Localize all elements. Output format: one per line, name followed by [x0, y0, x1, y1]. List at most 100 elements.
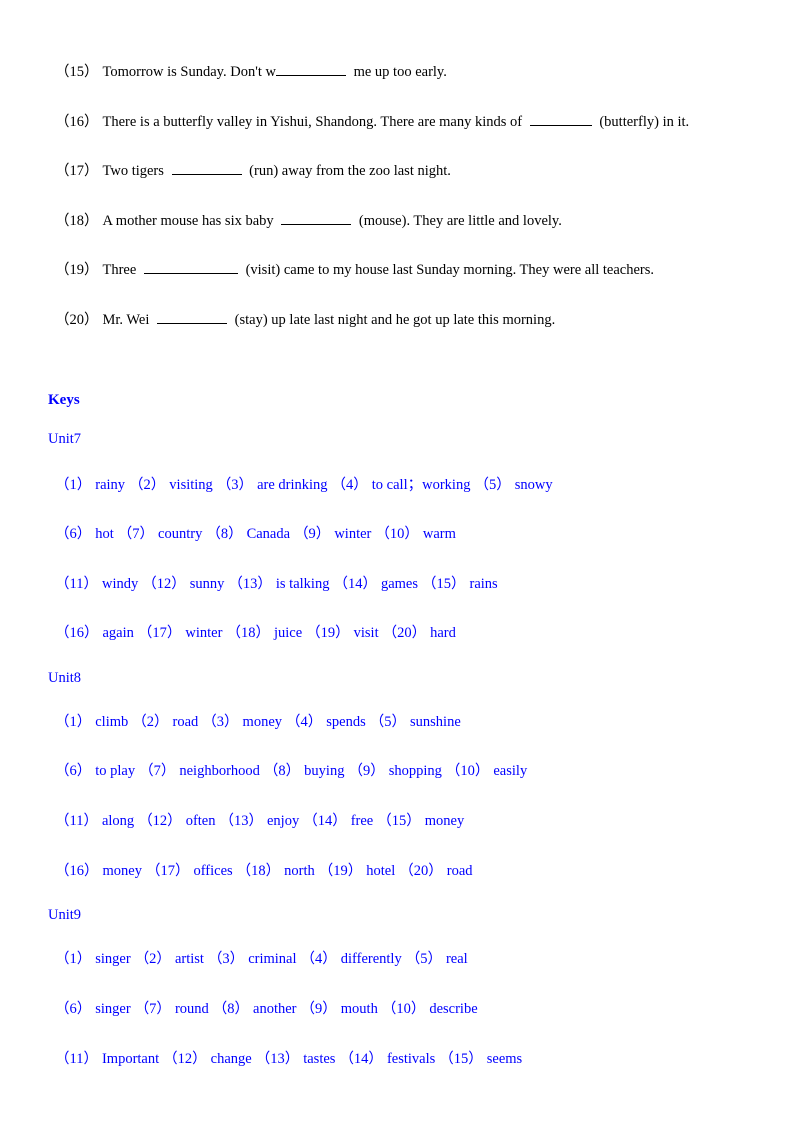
question-number: （16）: [55, 114, 99, 130]
key-answer: again: [102, 625, 134, 641]
key-answer: often: [185, 813, 216, 829]
key-number: （14）: [333, 576, 377, 592]
key-number: （14）: [339, 1051, 383, 1067]
key-number: （13）: [255, 1051, 300, 1067]
key-number: （10）: [381, 1001, 426, 1017]
key-answer: neighborhood: [179, 763, 260, 779]
key-answer: money: [242, 714, 283, 730]
key-number: （1）: [55, 714, 92, 730]
question-number: （15）: [55, 64, 99, 80]
answer-blank[interactable]: [529, 111, 592, 126]
key-answer: round: [174, 1001, 209, 1017]
key-answer: free: [350, 813, 374, 829]
key-number: （2）: [132, 714, 169, 730]
key-answer: are drinking: [257, 477, 328, 493]
key-answer: to play: [95, 763, 136, 779]
key-answer: Canada: [246, 526, 291, 542]
key-number: （11）: [55, 576, 98, 592]
key-answer: rainy: [95, 477, 126, 493]
key-answer: spends: [326, 714, 366, 730]
key-answer: snowy: [514, 477, 553, 493]
key-number: （1）: [55, 477, 92, 493]
answer-blank[interactable]: [143, 259, 238, 274]
question-number: （20）: [55, 312, 99, 328]
key-number: （11）: [55, 813, 98, 829]
key-answer: money: [424, 813, 465, 829]
key-answer: sunny: [189, 576, 225, 592]
key-number: （9）: [348, 763, 385, 779]
question-item: （16） There is a butterfly valley in Yishu…: [55, 111, 689, 131]
unit-heading: Unit7: [48, 431, 82, 447]
key-number: （9）: [294, 526, 331, 542]
question-item: （18） A mother mouse has six baby (mouse).…: [55, 210, 562, 230]
question-text-end: away from the zoo last night.: [278, 163, 451, 179]
word-hint: (butterfly): [595, 114, 659, 130]
question-text: Tomorrow is Sunday. Don't w: [102, 64, 276, 80]
key-number: （6）: [55, 1001, 92, 1017]
question-item: （19） Three (visit) came to my house last …: [55, 259, 654, 279]
key-number: （7）: [139, 763, 176, 779]
key-number: （3）: [202, 714, 239, 730]
key-answer: winter: [334, 526, 372, 542]
answer-blank[interactable]: [275, 61, 346, 76]
question-number: （19）: [55, 262, 99, 278]
key-row: （6） to play （7） neighborhood （8） buying （9） sho…: [55, 762, 531, 780]
key-answer: change: [210, 1051, 252, 1067]
key-answer: offices: [193, 863, 233, 879]
question-text-end: came to my house last Sunday morning. Th…: [280, 262, 655, 278]
key-answer: artist: [174, 951, 204, 967]
key-answer: shopping: [388, 763, 442, 779]
key-number: （3）: [216, 477, 254, 493]
key-number: （7）: [117, 526, 155, 542]
key-answer: enjoy: [266, 813, 300, 829]
key-row: （1） rainy （2） visiting （3） are drinking （4） to …: [55, 476, 557, 494]
key-number: （11）: [55, 1051, 98, 1067]
question-text: Two tigers: [102, 163, 168, 179]
key-answer: climb: [95, 714, 129, 730]
key-answer: country: [158, 526, 203, 542]
key-answer: along: [101, 813, 135, 829]
key-number: （14）: [303, 813, 347, 829]
question-text-end: . They are little and lovely.: [406, 213, 562, 229]
key-number: （18）: [236, 863, 281, 879]
key-number: （12）: [138, 813, 182, 829]
key-answer: road: [446, 863, 473, 879]
key-row: （16） money （17） offices （18） north （19） hotel （2…: [55, 862, 477, 880]
key-number: （15）: [377, 813, 421, 829]
key-answer: juice: [273, 625, 303, 641]
key-number: （2）: [129, 477, 166, 493]
key-number: （12）: [163, 1051, 207, 1067]
answer-blank[interactable]: [157, 309, 228, 324]
unit-heading: Unit9: [48, 907, 82, 923]
key-number: （17）: [145, 863, 190, 879]
key-number: （15）: [422, 576, 466, 592]
key-row: （1） singer （2） artist （3） criminal （4） differen…: [55, 950, 472, 968]
question-item: （20） Mr. Wei (stay) up late last night an…: [55, 309, 555, 329]
key-number: （12）: [142, 576, 186, 592]
key-number: （16）: [55, 863, 99, 879]
key-number: （4）: [300, 951, 337, 967]
key-number: （3）: [207, 951, 245, 967]
key-number: （20）: [382, 625, 427, 641]
key-number: （5）: [369, 714, 406, 730]
key-answer: differently: [340, 951, 402, 967]
key-answer: describe: [429, 1001, 478, 1017]
key-answer: hotel: [366, 863, 396, 879]
key-row: （11） Important （12） change （13） tastes （14） fes…: [55, 1050, 526, 1068]
key-answer: tastes: [303, 1051, 336, 1067]
key-row: （6） singer （7） round （8） another （9） mouth （10） d…: [55, 1000, 482, 1018]
question-text: Mr. Wei: [102, 312, 154, 328]
key-row: （11） along （12） often （13） enjoy （14） free （15） m…: [55, 812, 468, 830]
key-number: （8）: [263, 763, 301, 779]
key-answer: warm: [422, 526, 456, 542]
key-answer: buying: [304, 763, 345, 779]
answer-blank[interactable]: [281, 210, 352, 225]
question-number: （18）: [55, 213, 99, 229]
word-hint: (visit): [241, 262, 281, 278]
key-number: （5）: [474, 477, 511, 493]
key-number: （10）: [375, 526, 419, 542]
key-number: （19）: [318, 863, 363, 879]
question-text: Three: [102, 262, 140, 278]
question-text-end: me up too early.: [349, 64, 447, 80]
answer-blank[interactable]: [171, 160, 242, 175]
